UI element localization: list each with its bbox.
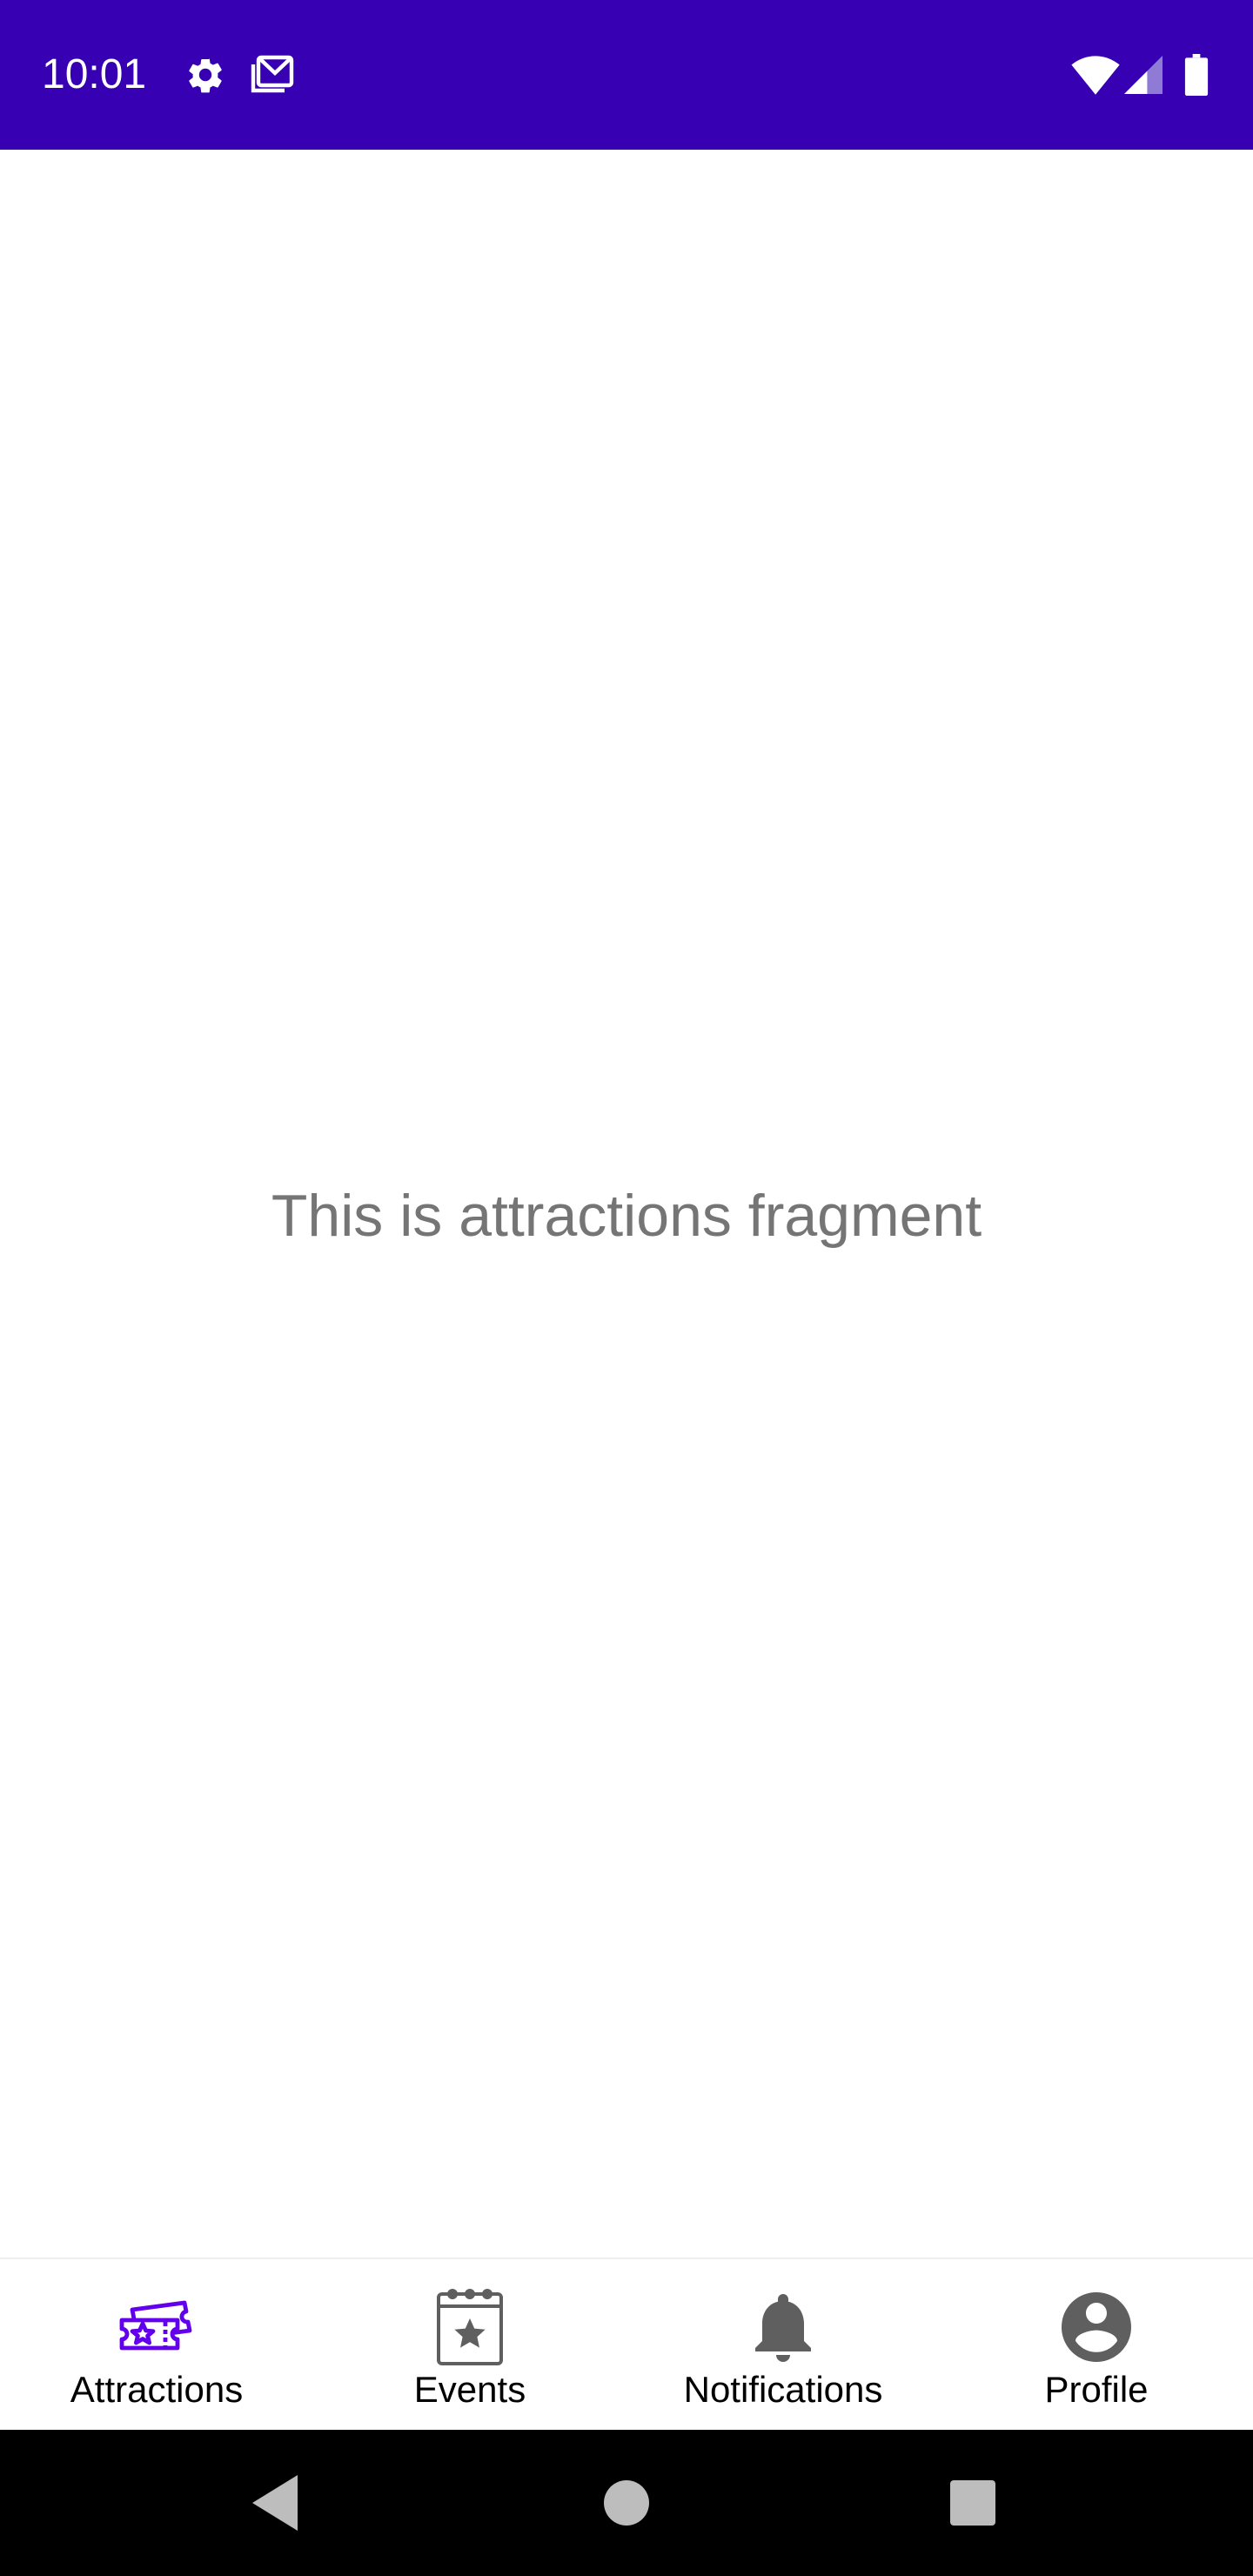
wifi-icon: [1070, 54, 1121, 96]
status-bar: 10:01: [0, 0, 1253, 150]
fragment-container: This is attractions fragment: [0, 150, 1253, 2257]
account-circle-icon: [1055, 2285, 1138, 2369]
cell-signal-icon: [1124, 54, 1163, 96]
gear-icon: [183, 54, 228, 96]
calendar-star-icon: [428, 2285, 512, 2369]
recents-icon[interactable]: [938, 2468, 1008, 2538]
nav-label-attractions: Attractions: [70, 2369, 244, 2410]
bottom-navigation: Attractions Events Notifications Profile: [0, 2257, 1253, 2430]
home-icon[interactable]: [592, 2468, 661, 2538]
nav-label-events: Events: [413, 2369, 526, 2410]
bell-icon: [741, 2285, 825, 2369]
fragment-message: This is attractions fragment: [271, 1183, 982, 1249]
back-icon[interactable]: [242, 2468, 312, 2538]
nav-item-events[interactable]: Events: [313, 2259, 626, 2430]
nav-item-attractions[interactable]: Attractions: [0, 2259, 313, 2430]
status-time: 10:01: [42, 51, 147, 97]
app-screen: 10:01 This is attractions fragment Attra…: [0, 0, 1253, 2576]
nav-label-profile: Profile: [1044, 2369, 1149, 2410]
gmail-icon: [247, 54, 298, 96]
nav-item-profile[interactable]: Profile: [940, 2259, 1253, 2430]
nav-label-notifications: Notifications: [683, 2369, 883, 2410]
battery-icon: [1183, 54, 1209, 96]
nav-item-notifications[interactable]: Notifications: [626, 2259, 940, 2430]
ticket-icon: [115, 2285, 198, 2369]
system-navigation-bar: [0, 2430, 1253, 2576]
